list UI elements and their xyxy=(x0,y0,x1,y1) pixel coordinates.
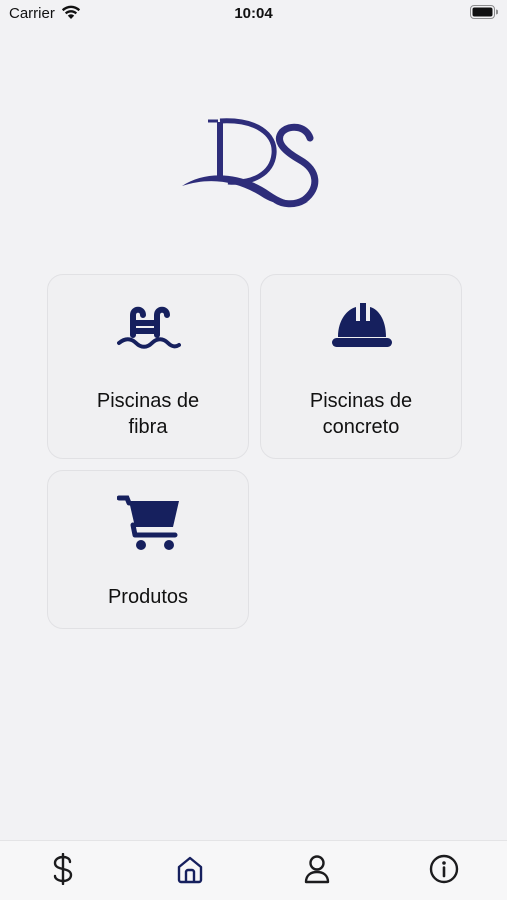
card-label-line1: Produtos xyxy=(107,586,189,608)
status-time: 10:04 xyxy=(234,5,273,22)
tab-user[interactable] xyxy=(301,854,333,889)
card-label: Produtos xyxy=(48,584,248,610)
card-label: Piscinas de concreto xyxy=(261,388,461,440)
tab-dollar[interactable] xyxy=(47,852,79,890)
card-label-line1: Piscinas de xyxy=(309,390,413,412)
dollar-icon xyxy=(51,852,75,890)
status-bar: Carrier 10:04 xyxy=(0,0,507,28)
card-label-line1: Piscinas de xyxy=(96,390,200,412)
hard-hat-icon xyxy=(330,301,394,356)
card-label-line2: concreto xyxy=(322,416,400,438)
tab-bar xyxy=(0,840,507,900)
battery-icon xyxy=(470,5,499,24)
brand-logo xyxy=(178,112,328,217)
card-piscinas-concreto[interactable]: Piscinas de concreto xyxy=(260,274,462,459)
card-produtos[interactable]: Produtos xyxy=(47,470,249,629)
tab-info[interactable] xyxy=(428,854,460,889)
pool-ladder-icon xyxy=(117,303,181,356)
card-label: Piscinas de fibra xyxy=(48,388,248,440)
home-icon xyxy=(175,854,205,889)
card-label-line2: fibra xyxy=(128,416,168,438)
info-icon xyxy=(429,854,459,889)
tab-home[interactable] xyxy=(174,855,206,887)
card-piscinas-fibra[interactable]: Piscinas de fibra xyxy=(47,274,249,459)
user-icon xyxy=(303,854,331,889)
shopping-cart-icon xyxy=(116,493,181,558)
